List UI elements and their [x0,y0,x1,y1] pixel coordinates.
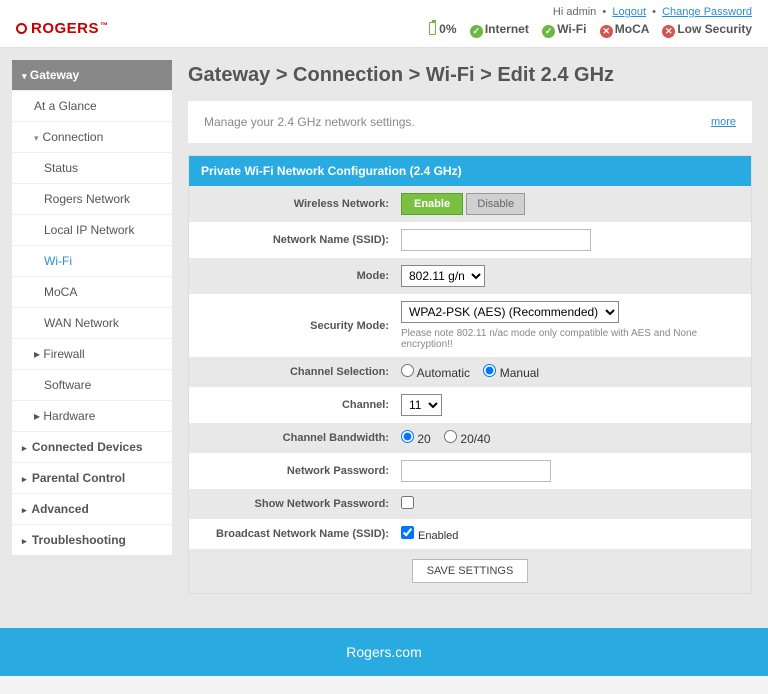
label-mode: Mode: [201,270,401,282]
battery-icon [429,22,436,35]
broadcast-checkbox[interactable] [401,526,414,539]
label-showpw: Show Network Password: [201,498,401,510]
greeting-text: Hi admin [553,6,596,18]
ssid-input[interactable] [401,229,591,251]
save-row: SAVE SETTINGS [189,549,751,593]
rogers-logo: ROGERS™ [16,20,109,37]
panel-title: Private Wi-Fi Network Configuration (2.4… [189,156,751,186]
label-channel-sel: Channel Selection: [201,366,401,378]
row-channel-sel: Channel Selection: Automatic Manual [189,357,751,387]
broadcast-enabled-text: Enabled [418,530,458,542]
password-input[interactable] [401,460,551,482]
wifi-panel: Private Wi-Fi Network Configuration (2.4… [188,155,752,594]
security-note: Please note 802.11 n/ac mode only compat… [401,328,739,350]
sidebar-item-advanced[interactable]: ▸ Advanced [12,493,172,524]
label-ssid: Network Name (SSID): [201,234,401,246]
row-bandwidth: Channel Bandwidth: 20 20/40 [189,423,751,453]
footer: Rogers.com [0,628,768,676]
security-select[interactable]: WPA2-PSK (AES) (Recommended) [401,301,619,323]
label-password: Network Password: [201,465,401,477]
change-password-link[interactable]: Change Password [662,6,752,18]
sidebar-item-moca[interactable]: MoCA [12,276,172,307]
row-broadcast: Broadcast Network Name (SSID): Enabled [189,519,751,549]
sidebar-item-connection[interactable]: Connection [12,121,172,152]
sidebar-header-gateway[interactable]: ▾ Gateway [12,60,172,90]
info-box: Manage your 2.4 GHz network settings. mo… [188,101,752,143]
label-bandwidth: Channel Bandwidth: [201,432,401,444]
row-password: Network Password: [189,453,751,489]
x-icon: ✕ [600,25,613,38]
header-bar: Hi admin • Logout • Change Password ROGE… [0,0,768,48]
radio-manual[interactable] [483,364,496,377]
logout-link[interactable]: Logout [612,6,646,18]
sidebar-item-at-a-glance[interactable]: At a Glance [12,90,172,121]
status-internet: ✓Internet [470,22,529,36]
mode-select[interactable]: 802.11 g/n [401,265,485,287]
x-icon: ✕ [662,25,675,38]
save-settings-button[interactable]: SAVE SETTINGS [412,559,529,583]
radio-automatic[interactable] [401,364,414,377]
sidebar-item-software[interactable]: Software [12,369,172,400]
row-ssid: Network Name (SSID): [189,222,751,258]
check-icon: ✓ [542,25,555,38]
sidebar-item-hardware[interactable]: ▸ Hardware [12,400,172,431]
sidebar-item-firewall[interactable]: ▸ Firewall [12,338,172,369]
label-channel: Channel: [201,399,401,411]
more-link[interactable]: more [711,116,736,128]
radio-bw20-label[interactable]: 20 [401,432,431,446]
sidebar-item-wi-fi[interactable]: Wi-Fi [12,245,172,276]
show-password-checkbox[interactable] [401,496,414,509]
radio-bw2040-label[interactable]: 20/40 [444,432,490,446]
label-security: Security Mode: [201,320,401,332]
status-row: 0% ✓Internet ✓Wi-Fi ✕MoCA ✕Low Security [419,20,752,37]
breadcrumb: Gateway > Connection > Wi-Fi > Edit 2.4 … [188,64,752,87]
enable-button[interactable]: Enable [401,193,463,215]
status-moca: ✕MoCA [600,22,649,36]
radio-auto-label[interactable]: Automatic [401,366,470,380]
sidebar-item-wan-network[interactable]: WAN Network [12,307,172,338]
label-wireless: Wireless Network: [201,198,401,210]
disable-button[interactable]: Disable [466,193,525,215]
row-wireless: Wireless Network: Enable Disable [189,186,751,222]
row-channel: Channel: 11 [189,387,751,423]
check-icon: ✓ [470,25,483,38]
main-content: Gateway > Connection > Wi-Fi > Edit 2.4 … [172,60,762,622]
label-broadcast: Broadcast Network Name (SSID): [201,528,401,540]
channel-select[interactable]: 11 [401,394,442,416]
radio-bw20[interactable] [401,430,414,443]
row-security: Security Mode: WPA2-PSK (AES) (Recommend… [189,294,751,357]
row-showpw: Show Network Password: [189,489,751,519]
footer-text: Rogers.com [346,644,421,660]
radio-bw2040[interactable] [444,430,457,443]
header-top: Hi admin • Logout • Change Password [16,6,752,18]
battery-status: 0% [429,22,456,36]
rogers-circle-icon [16,23,27,34]
sidebar-item-troubleshooting[interactable]: ▸ Troubleshooting [12,524,172,555]
status-security: ✕Low Security [662,22,752,36]
radio-manual-label[interactable]: Manual [483,366,539,380]
sidebar-item-status[interactable]: Status [12,152,172,183]
sidebar-item-connected-devices[interactable]: ▸ Connected Devices [12,431,172,462]
sidebar-item-local-ip-network[interactable]: Local IP Network [12,214,172,245]
sidebar: ▾ GatewayAt a GlanceConnectionStatusRoge… [12,60,172,622]
info-text: Manage your 2.4 GHz network settings. [204,115,415,129]
sidebar-item-parental-control[interactable]: ▸ Parental Control [12,462,172,493]
sidebar-item-rogers-network[interactable]: Rogers Network [12,183,172,214]
status-wifi: ✓Wi-Fi [542,22,586,36]
row-mode: Mode: 802.11 g/n [189,258,751,294]
